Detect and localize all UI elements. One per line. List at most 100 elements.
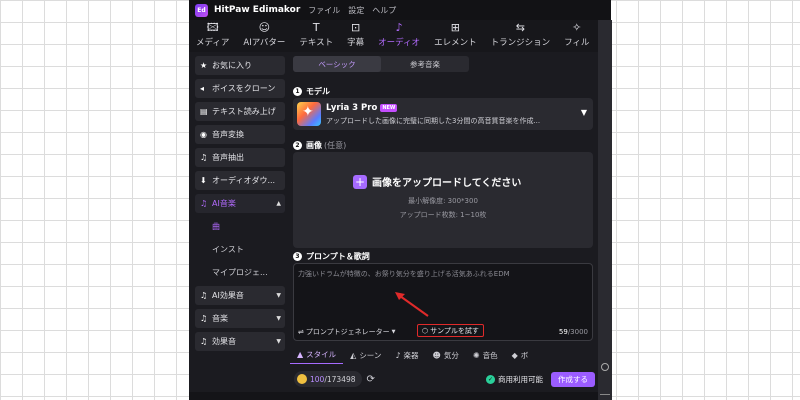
- tab-style[interactable]: ▲ スタイル: [290, 346, 344, 364]
- music-note-icon: ♫: [200, 291, 208, 300]
- sidebar-item-ai-music[interactable]: ♫ AI音楽 ▲: [195, 194, 285, 213]
- credits-total: /173498: [324, 374, 356, 384]
- voice-changer-icon: ◉: [200, 130, 207, 139]
- divider: [600, 394, 610, 398]
- section-title: モデル: [306, 87, 330, 96]
- element-icon: ⊞: [450, 21, 460, 34]
- segment-reference-music[interactable]: 参考音楽: [381, 56, 469, 72]
- sidebar-subitem-instrumental[interactable]: インスト: [195, 240, 285, 259]
- sidebar-item-label: お気に入り: [212, 61, 252, 70]
- tab-mood[interactable]: ☻ 気分: [426, 346, 466, 364]
- section-title: プロンプト＆歌詞: [306, 252, 370, 261]
- preview-panel-edge: [598, 20, 612, 400]
- min-resolution-text: 最小解像度: 300*300: [408, 197, 478, 205]
- style-tab-bar: ▲ スタイル ◭ シーン ♪ 楽器 ☻ 気分 ✺ 音色 ◆ ボ: [290, 346, 599, 364]
- subtitle-icon: ⊡: [351, 21, 361, 34]
- tab-ai-avatar[interactable]: ☺ AIアバター: [236, 20, 292, 52]
- download-icon: ⬇: [200, 176, 207, 185]
- tab-transition[interactable]: ⇆ トランジション: [484, 20, 558, 52]
- refresh-icon[interactable]: ⟳: [367, 374, 375, 385]
- tab-scene[interactable]: ◭ シーン: [343, 346, 388, 364]
- tab-filter[interactable]: ✧ フィル: [557, 20, 596, 52]
- upload-count-text: アップロード枚数: 1~10枚: [399, 211, 487, 219]
- step-number: 3: [293, 252, 302, 261]
- sidebar-item-sound-effects[interactable]: ♫ 効果音 ▼: [195, 332, 285, 351]
- audio-sidebar: ★ お気に入り ◂ ボイスをクローン ▤ テキスト読み上げ ◉ 音声変換 ♫ 音声抽出 ⬇…: [195, 56, 285, 356]
- menu-help[interactable]: ヘルプ: [372, 5, 396, 16]
- step-number: 1: [293, 87, 302, 96]
- model-name-text: Lyria 3 Pro: [326, 103, 378, 113]
- image-upload-area[interactable]: + 画像をアップロードしてください 最小解像度: 300*300 アップロード枚…: [293, 152, 593, 248]
- text-icon: T: [312, 21, 320, 34]
- upload-label: 画像をアップロードしてください: [372, 178, 522, 189]
- scene-icon: ◭: [350, 350, 357, 360]
- sidebar-item-audio-download[interactable]: ⬇ オーディオダウ...: [195, 171, 285, 190]
- tab-media[interactable]: 🖾 メディア: [189, 20, 236, 52]
- prompt-placeholder: 力強いドラムが特徴の、お祭り気分を盛り上げる活気あふれるEDM: [298, 270, 510, 278]
- model-section-title: 1 モデル: [293, 86, 330, 97]
- mode-segment: ベーシック 参考音楽: [293, 56, 469, 72]
- chevron-down-icon: ▼: [276, 292, 281, 299]
- model-name: Lyria 3 Pro NEW: [326, 103, 398, 113]
- coin-icon: [297, 374, 307, 384]
- ai-avatar-icon: ☺: [258, 21, 271, 34]
- tab-label: 字幕: [347, 38, 365, 48]
- prompt-generator-button[interactable]: ⇌ プロンプトジェネレーター ▼: [298, 327, 396, 337]
- commercial-use-label: ✓ 商用利用可能: [486, 374, 543, 385]
- prompt-section-title: 3 プロンプト＆歌詞: [293, 251, 370, 262]
- count-current: 59: [558, 328, 568, 336]
- sidebar-subitem-my-projects[interactable]: マイプロジェ...: [195, 263, 285, 282]
- optional-label: (任意): [324, 141, 347, 150]
- style-icon: ▲: [297, 350, 304, 359]
- bottom-strip: [189, 392, 611, 400]
- tab-label: 気分: [443, 350, 459, 360]
- menu-file[interactable]: ファイル: [308, 5, 340, 16]
- audio-icon: ♪: [395, 21, 403, 34]
- commercial-text: 商用利用可能: [498, 374, 543, 384]
- title-bar: Ed HitPaw Edimakor ファイル 設定 ヘルプ: [189, 0, 611, 20]
- tab-subtitle[interactable]: ⊡ 字幕: [340, 20, 371, 52]
- voice-clone-icon: ◂: [200, 84, 205, 93]
- chevron-down-icon: ▼: [391, 329, 396, 335]
- sidebar-item-label: テキスト読み上げ: [212, 107, 276, 116]
- sidebar-subitem-song[interactable]: 曲: [195, 217, 285, 236]
- try-sample-button[interactable]: ⬡ サンプルを試す: [417, 324, 484, 337]
- tab-audio[interactable]: ♪ オーディオ: [371, 20, 427, 52]
- sidebar-item-text-to-speech[interactable]: ▤ テキスト読み上げ: [195, 102, 285, 121]
- star-icon: ★: [200, 61, 208, 70]
- upload-button[interactable]: + 画像をアップロードしてください: [353, 174, 521, 189]
- tab-vocal[interactable]: ◆ ボ: [505, 346, 536, 364]
- create-button[interactable]: 作成する: [551, 371, 595, 387]
- segment-basic[interactable]: ベーシック: [293, 56, 381, 72]
- sidebar-item-favorites[interactable]: ★ お気に入り: [195, 56, 285, 75]
- tab-instrument[interactable]: ♪ 楽器: [388, 346, 425, 364]
- try-sample-label: サンプルを試す: [430, 326, 479, 335]
- tab-text[interactable]: T テキスト: [292, 20, 340, 52]
- sidebar-item-ai-sound-effects[interactable]: ♫ AI効果音 ▼: [195, 286, 285, 305]
- tab-element[interactable]: ⊞ エレメント: [427, 20, 484, 52]
- transition-icon: ⇆: [515, 21, 525, 34]
- tab-label: AIアバター: [243, 38, 286, 48]
- character-count: 59/3000: [559, 328, 588, 336]
- radio-icon[interactable]: [601, 363, 609, 371]
- menu-settings[interactable]: 設定: [348, 5, 364, 16]
- sidebar-item-label: オーディオダウ...: [212, 176, 276, 185]
- image-section-title: 2 画像 (任意): [293, 140, 346, 151]
- prompt-input[interactable]: 力強いドラムが特徴の、お祭り気分を盛り上げる活気あふれるEDM ⇌ プロンプトジ…: [293, 263, 593, 341]
- sidebar-item-voice-extract[interactable]: ♫ 音声抽出: [195, 148, 285, 167]
- model-select[interactable]: Lyria 3 ProNEW アップロードした画像に完璧に同期した3分間の高音質…: [293, 98, 593, 130]
- tab-timbre[interactable]: ✺ 音色: [466, 346, 505, 364]
- credits-display: 100 /173498: [294, 371, 362, 387]
- ai-music-panel: ベーシック 参考音楽 1 モデル Lyria 3 ProNEW アップロードした…: [290, 56, 599, 366]
- sidebar-item-label: 音声抽出: [212, 153, 244, 162]
- sidebar-item-music[interactable]: ♫ 音楽 ▼: [195, 309, 285, 328]
- model-description: アップロードした画像に完璧に同期した3分間の高音質音楽を作成...: [326, 117, 541, 125]
- microphone-icon: ♫: [200, 153, 208, 162]
- chevron-down-icon: ▼: [276, 338, 281, 345]
- app-window: Ed HitPaw Edimakor ファイル 設定 ヘルプ 🖾 メディア ☺ AI…: [189, 0, 611, 400]
- sidebar-item-voice-changer[interactable]: ◉ 音声変換: [195, 125, 285, 144]
- chevron-down-icon[interactable]: ▼: [581, 108, 587, 117]
- sample-icon: ⬡: [422, 326, 429, 335]
- tab-label: フィル: [564, 38, 590, 48]
- sidebar-item-voice-clone[interactable]: ◂ ボイスをクローン: [195, 79, 285, 98]
